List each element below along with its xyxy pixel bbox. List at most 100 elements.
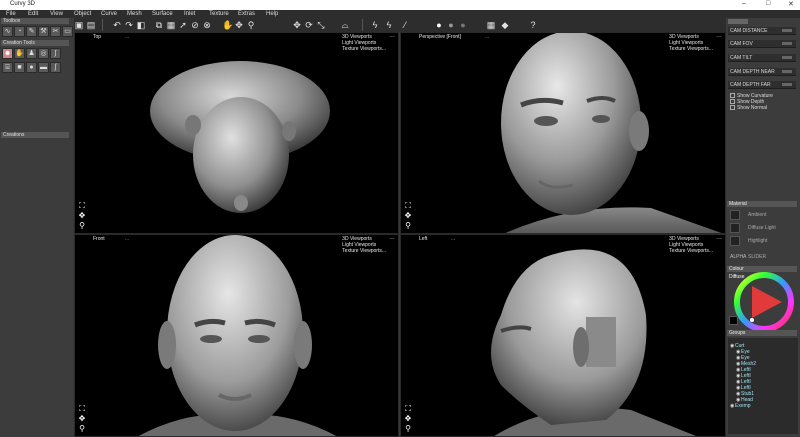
cube-creation-icon[interactable]: ■: [14, 62, 25, 73]
viewport-options[interactable]: ...: [125, 34, 129, 40]
reset-view-icon[interactable]: ⛶: [403, 404, 413, 414]
tentacle-creation-icon[interactable]: ∫: [50, 48, 61, 59]
pan-view-icon[interactable]: ✥: [77, 211, 87, 221]
ambient-label[interactable]: Ambient: [748, 212, 766, 218]
symmetry-icon[interactable]: ⌓: [340, 20, 350, 30]
viewport-menu-texture[interactable]: Texture Viewports...: [669, 248, 713, 254]
move-object-icon[interactable]: ✥: [292, 20, 302, 30]
brush-tool-icon[interactable]: ✎: [26, 26, 37, 37]
reset-view-icon[interactable]: ⛶: [403, 201, 413, 211]
menu-extras[interactable]: Extras: [238, 10, 255, 18]
viewport-options[interactable]: ...: [125, 236, 129, 242]
foot-creation-icon[interactable]: ♟: [26, 48, 37, 59]
zoom-view-icon[interactable]: ⚲: [77, 221, 87, 231]
viewport-close-icon[interactable]: …: [389, 33, 395, 39]
viewport-top[interactable]: Top ... 3D Viewports Light Viewports Tex…: [74, 32, 399, 234]
zoom-icon[interactable]: ⚲: [246, 20, 256, 30]
curve-tool-icon[interactable]: ∿: [2, 26, 13, 37]
copy-icon[interactable]: ⧉: [154, 20, 164, 30]
highlight-label[interactable]: Highlight: [748, 238, 767, 244]
smooth-shading-icon[interactable]: ●: [434, 20, 444, 30]
zoom-view-icon[interactable]: ⚲: [403, 424, 413, 434]
menu-mesh[interactable]: Mesh: [127, 10, 142, 18]
viewport-menu-texture[interactable]: Texture Viewports...: [342, 46, 386, 52]
menu-view[interactable]: View: [50, 10, 63, 18]
reset-view-icon[interactable]: ⛶: [77, 404, 87, 414]
curve-alt-icon[interactable]: ϟ: [384, 20, 394, 30]
undo-icon[interactable]: ↶: [112, 20, 122, 30]
mirror-icon[interactable]: ◧: [136, 20, 146, 30]
disable-icon[interactable]: ⊘: [190, 20, 200, 30]
help-icon[interactable]: ?: [528, 20, 538, 30]
cam-fov-slider[interactable]: CAM FOV: [728, 40, 796, 48]
menu-edit[interactable]: Edit: [28, 10, 38, 18]
highlight-swatch[interactable]: [730, 236, 740, 246]
knife-tool-icon[interactable]: ✂: [50, 26, 61, 37]
lathe-tool-icon[interactable]: ◔: [14, 26, 25, 37]
diffuse-light-swatch[interactable]: [730, 223, 740, 233]
scale-icon[interactable]: ⤡: [316, 20, 326, 30]
head-creation-icon[interactable]: ☻: [2, 48, 13, 59]
diamond-icon[interactable]: ◆: [500, 20, 510, 30]
worm-creation-icon[interactable]: ʃ: [50, 62, 61, 73]
menu-texture[interactable]: Texture: [209, 10, 229, 18]
menu-file[interactable]: File: [6, 10, 16, 18]
cam-distance-slider[interactable]: CAM DISTANCE: [728, 27, 796, 35]
move-icon[interactable]: ✥: [234, 20, 244, 30]
pan-hand-icon[interactable]: ✋: [222, 20, 233, 30]
cam-depth-near-slider[interactable]: CAM DEPTH NEAR: [728, 68, 796, 76]
delete-icon[interactable]: ⊗: [202, 20, 212, 30]
paste-icon[interactable]: ▦: [166, 20, 176, 30]
wire-shading-icon[interactable]: ●: [458, 20, 468, 30]
curve-edit-icon[interactable]: ⁄: [400, 20, 410, 30]
disc-creation-icon[interactable]: ▬: [38, 62, 49, 73]
color-wheel[interactable]: [734, 272, 794, 332]
viewport-close-icon[interactable]: …: [716, 235, 722, 241]
new-scene-icon[interactable]: ▣: [74, 20, 84, 30]
sphere-creation-icon[interactable]: ●: [26, 62, 37, 73]
viewport-menu-texture[interactable]: Texture Viewports...: [342, 248, 386, 254]
select-arrow-icon[interactable]: ➚: [178, 20, 188, 30]
viewport-perspective[interactable]: Perspective [Front] ... 3D Viewports Lig…: [400, 32, 726, 234]
cylinder-creation-icon[interactable]: ⌸: [2, 62, 13, 73]
menu-inlet[interactable]: Inlet: [184, 10, 195, 18]
viewport-front[interactable]: Front ... 3D Viewports Light Viewports T…: [74, 234, 399, 437]
zoom-view-icon[interactable]: ⚲: [77, 424, 87, 434]
pan-view-icon[interactable]: ✥: [403, 211, 413, 221]
flat-shading-icon[interactable]: ●: [446, 20, 456, 30]
open-scene-icon[interactable]: ▤: [86, 20, 96, 30]
pan-view-icon[interactable]: ✥: [403, 414, 413, 424]
viewport-menu-texture[interactable]: Texture Viewports...: [669, 46, 713, 52]
layer-tool-icon[interactable]: ▭: [62, 26, 73, 37]
diffuse-light-label[interactable]: Diffuse Light: [748, 225, 776, 231]
viewport-close-icon[interactable]: …: [716, 33, 722, 39]
curve-tool-icon[interactable]: ϟ: [370, 20, 380, 30]
menu-curve[interactable]: Curve: [101, 10, 117, 18]
maximize-button[interactable]: □: [766, 0, 770, 7]
viewport-options[interactable]: ...: [451, 236, 455, 242]
pan-view-icon[interactable]: ✥: [77, 414, 87, 424]
viewport-left[interactable]: Left ... 3D Viewports Light Viewports Te…: [400, 234, 726, 437]
cam-tilt-slider[interactable]: CAM TILT: [728, 54, 796, 62]
rotate-icon[interactable]: ⟳: [304, 20, 314, 30]
zoom-view-icon[interactable]: ⚲: [403, 221, 413, 231]
ring-creation-icon[interactable]: ◎: [38, 48, 49, 59]
close-button[interactable]: ✕: [788, 0, 794, 8]
reset-view-icon[interactable]: ⛶: [77, 201, 87, 211]
menu-surface[interactable]: Surface: [152, 10, 173, 18]
menu-object[interactable]: Object: [74, 10, 91, 18]
ambient-swatch[interactable]: [730, 210, 740, 220]
grid-view-icon[interactable]: ▦: [486, 20, 496, 30]
cam-depth-far-slider[interactable]: CAM DEPTH FAR: [728, 81, 796, 89]
tree-item[interactable]: ◉Exemp: [730, 404, 798, 409]
alpha-slider[interactable]: SLIDER: [748, 254, 766, 260]
menu-help[interactable]: Help: [266, 10, 278, 18]
hammer-tool-icon[interactable]: ⚒: [38, 26, 49, 37]
show-normal-checkbox[interactable]: Show Normal: [730, 105, 767, 111]
viewport-close-icon[interactable]: …: [389, 235, 395, 241]
color-swatch[interactable]: [729, 316, 738, 325]
minimize-button[interactable]: –: [742, 0, 746, 7]
viewport-options[interactable]: ...: [485, 34, 489, 40]
hand-creation-icon[interactable]: ✋: [14, 48, 25, 59]
redo-icon[interactable]: ↷: [124, 20, 134, 30]
